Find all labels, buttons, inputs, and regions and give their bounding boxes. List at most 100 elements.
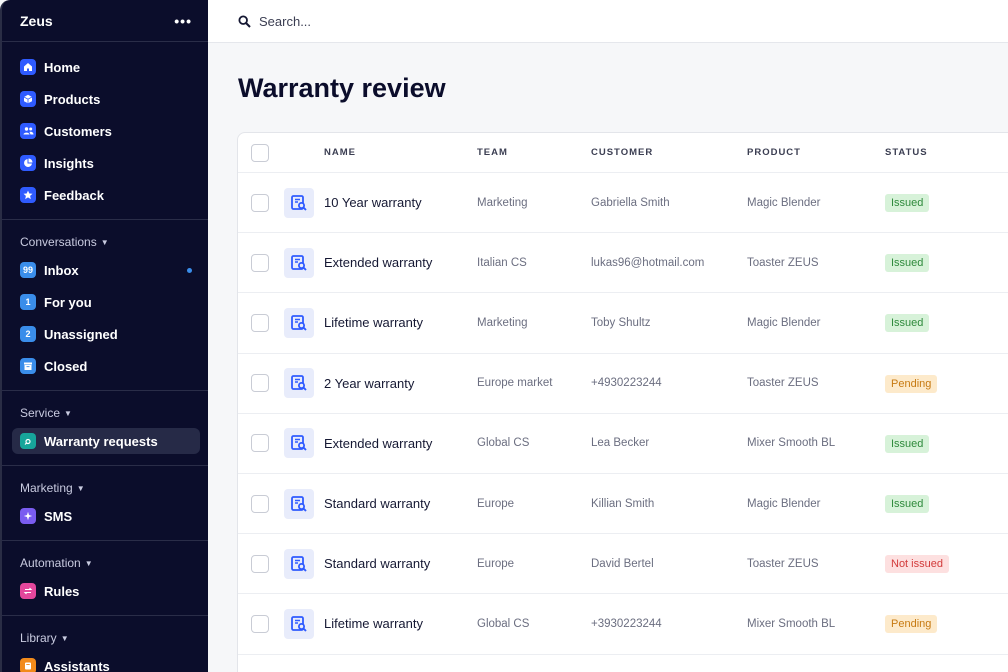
table-row[interactable]: 10 Year warranty Marketing Gabriella Smith…: [238, 173, 1008, 234]
automation-header[interactable]: Automation ▼: [2, 549, 208, 575]
sidebar-item-products[interactable]: Products: [2, 83, 208, 115]
status-badge: Issued: [885, 314, 930, 333]
sidebar-item-label: Feedback: [44, 187, 104, 203]
document-search-icon: [284, 368, 314, 399]
sidebar-item-closed[interactable]: Closed: [2, 350, 208, 382]
service-header[interactable]: Service ▼: [2, 399, 208, 425]
marketing-header[interactable]: Marketing ▼: [2, 474, 208, 500]
status-badge: Issued: [885, 495, 930, 514]
library-header[interactable]: Library ▼: [2, 624, 208, 650]
caret-down-icon: ▼: [100, 237, 109, 247]
sidebar-item-label: Inbox: [44, 262, 79, 278]
row-checkbox[interactable]: [251, 374, 269, 393]
inbox-count-badge: 99: [20, 262, 36, 278]
search-input[interactable]: [259, 13, 559, 29]
row-checkbox[interactable]: [251, 253, 269, 272]
row-product: Mixer Smooth BL: [747, 617, 836, 630]
row-team: Europe market: [477, 377, 553, 390]
row-name[interactable]: 10 Year warranty: [324, 195, 477, 210]
table-row[interactable]: Standard warranty Europe David Bertel Toast…: [238, 534, 1008, 595]
table-body: 10 Year warranty Marketing Gabriella Smith…: [238, 173, 1008, 655]
row-product: Mixer Smooth BL: [747, 437, 836, 450]
sidebar-item-sms[interactable]: SMS: [2, 500, 208, 532]
row-product: Toaster ZEUS: [747, 557, 819, 570]
search-icon: [238, 14, 251, 28]
row-name[interactable]: Lifetime warranty: [324, 616, 477, 631]
row-checkbox[interactable]: [251, 614, 269, 633]
row-name[interactable]: Standard warranty: [324, 556, 477, 571]
row-customer: +3930223244: [591, 617, 662, 630]
column-header-customer[interactable]: CUSTOMER: [591, 147, 747, 158]
sidebar-item-insights[interactable]: Insights: [2, 147, 208, 179]
sidebar-item-rules[interactable]: Rules: [2, 575, 208, 607]
row-name[interactable]: Extended warranty: [324, 255, 477, 270]
sidebar-item-unassigned[interactable]: 2 Unassigned: [2, 318, 208, 350]
row-name[interactable]: 2 Year warranty: [324, 376, 477, 391]
sidebar-item-label: For you: [44, 294, 92, 310]
document-search-icon: [20, 433, 36, 449]
table-row[interactable]: 2 Year warranty Europe market +4930223244 T…: [238, 354, 1008, 414]
table-row[interactable]: Lifetime warranty Global CS +3930223244 Mix…: [238, 594, 1008, 655]
select-all-checkbox[interactable]: [251, 143, 269, 162]
sidebar-item-for-you[interactable]: 1 For you: [2, 286, 208, 318]
row-product: Toaster ZEUS: [747, 256, 819, 269]
table-row[interactable]: Lifetime warranty Marketing Toby Shultz Mag…: [238, 293, 1008, 354]
column-header-name[interactable]: NAME: [324, 147, 477, 158]
section-label: Automation: [20, 556, 81, 570]
status-badge: Issued: [885, 434, 930, 453]
column-header-team[interactable]: TEAM: [477, 147, 591, 158]
column-header-status[interactable]: STATUS: [885, 147, 1005, 158]
page-title: Warranty review: [238, 73, 446, 103]
caret-down-icon: ▼: [84, 558, 93, 568]
table-header: NAME TEAM CUSTOMER PRODUCT STATUS: [238, 133, 1008, 173]
section-label: Library: [20, 631, 57, 645]
row-checkbox[interactable]: [251, 494, 269, 513]
row-team: Italian CS: [477, 256, 527, 269]
warranty-table: NAME TEAM CUSTOMER PRODUCT STATUS 10 Yea…: [237, 132, 1008, 672]
sidebar-item-label: Closed: [44, 358, 88, 374]
row-customer: +4930223244: [591, 377, 662, 390]
row-team: Global CS: [477, 617, 530, 630]
row-name[interactable]: Standard warranty: [324, 496, 477, 511]
row-checkbox[interactable]: [251, 193, 269, 212]
conversations-header[interactable]: Conversations ▼: [2, 228, 208, 254]
document-search-icon: [284, 187, 314, 218]
row-checkbox[interactable]: [251, 554, 269, 573]
row-checkbox[interactable]: [251, 313, 269, 332]
sidebar-item-feedback[interactable]: Feedback: [2, 179, 208, 211]
home-icon: [20, 59, 36, 75]
workspace-name[interactable]: Zeus: [20, 13, 53, 29]
sidebar-item-label: Assistants: [44, 658, 110, 672]
row-name[interactable]: Lifetime warranty: [324, 315, 477, 330]
table-row[interactable]: Standard warranty Europe Killian Smith Magi…: [238, 474, 1008, 535]
sidebar-item-assistants[interactable]: Assistants: [2, 650, 208, 672]
section-label: Service: [20, 406, 61, 420]
document-search-icon: [284, 608, 314, 639]
sidebar-item-customers[interactable]: Customers: [2, 115, 208, 147]
star-icon: [20, 187, 36, 203]
caret-down-icon: ▼: [76, 483, 85, 493]
row-product: Magic Blender: [747, 196, 821, 209]
row-customer: Toby Shultz: [591, 316, 651, 329]
caret-down-icon: ▼: [64, 408, 72, 418]
row-customer: lukas96@hotmail.com: [591, 256, 705, 269]
sidebar-item-label: Customers: [44, 123, 112, 139]
row-product: Magic Blender: [747, 497, 821, 510]
column-header-product[interactable]: PRODUCT: [747, 147, 885, 158]
workspace-header: Zeus •••: [2, 0, 208, 42]
sidebar-item-inbox[interactable]: 99 Inbox: [2, 254, 208, 286]
table-row[interactable]: Extended warranty Italian CS lukas96@hotma…: [238, 233, 1008, 294]
sparkle-icon: [20, 508, 36, 524]
swap-arrows-icon: [20, 583, 36, 599]
sidebar-item-label: Warranty requests: [44, 433, 158, 449]
sidebar-item-home[interactable]: Home: [2, 51, 208, 83]
sidebar-item-warranty-requests[interactable]: Warranty requests: [12, 428, 200, 454]
row-customer: Killian Smith: [591, 497, 655, 510]
status-badge: Pending: [885, 615, 938, 634]
unassigned-count-badge: 2: [20, 326, 36, 342]
more-options-button[interactable]: •••: [174, 13, 192, 29]
row-name[interactable]: Extended warranty: [324, 436, 477, 451]
table-row[interactable]: Extended warranty Global CS Lea Becker Mixe…: [238, 414, 1008, 474]
row-checkbox[interactable]: [251, 434, 269, 453]
sidebar-item-label: Products: [44, 91, 101, 107]
